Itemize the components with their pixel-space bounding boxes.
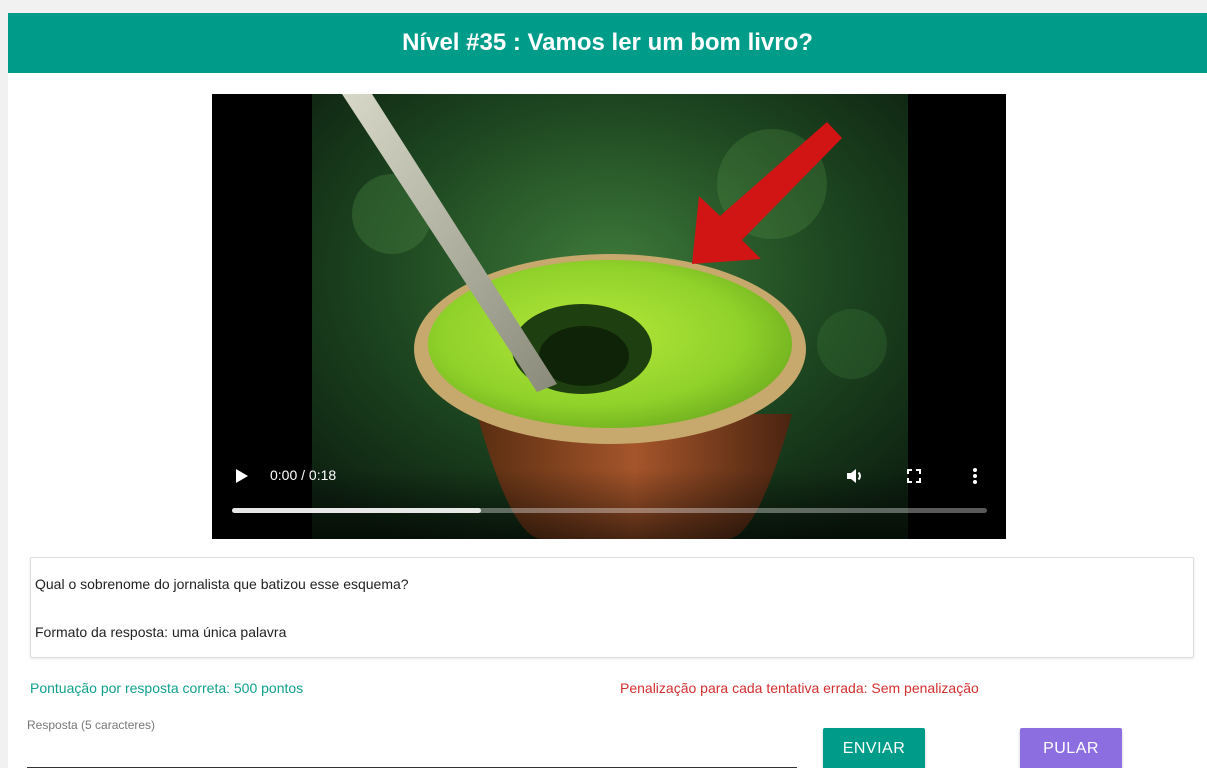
volume-icon[interactable] bbox=[844, 465, 866, 487]
score-per-answer: Pontuação por resposta correta: 500 pont… bbox=[30, 680, 304, 696]
video-player[interactable]: 0:00 / 0:18 bbox=[212, 94, 1006, 539]
question-box: Qual o sobrenome do jornalista que batiz… bbox=[30, 557, 1194, 658]
fullscreen-icon[interactable] bbox=[904, 466, 924, 486]
level-page: Nível #35 : Vamos ler um bom livro? 0:00… bbox=[8, 13, 1207, 768]
penalty-info: Penalização para cada tentativa errada: … bbox=[620, 680, 979, 696]
skip-button[interactable]: PULAR bbox=[1020, 728, 1122, 768]
answer-format-text: Formato da resposta: uma única palavra bbox=[35, 624, 287, 640]
video-time: 0:00 / 0:18 bbox=[270, 467, 337, 483]
level-header: Nível #35 : Vamos ler um bom livro? bbox=[8, 13, 1207, 73]
video-progress-fill bbox=[232, 508, 482, 513]
level-title: Nível #35 : Vamos ler um bom livro? bbox=[402, 29, 813, 56]
video-progress-bar[interactable] bbox=[232, 508, 987, 513]
answer-label: Resposta (5 caracteres) bbox=[27, 718, 156, 732]
question-text: Qual o sobrenome do jornalista que batiz… bbox=[35, 576, 409, 592]
play-icon bbox=[236, 469, 248, 483]
answer-input[interactable] bbox=[27, 741, 797, 768]
play-button[interactable] bbox=[232, 464, 252, 488]
more-vert-icon[interactable] bbox=[968, 464, 982, 488]
send-button[interactable]: ENVIAR bbox=[823, 728, 925, 768]
